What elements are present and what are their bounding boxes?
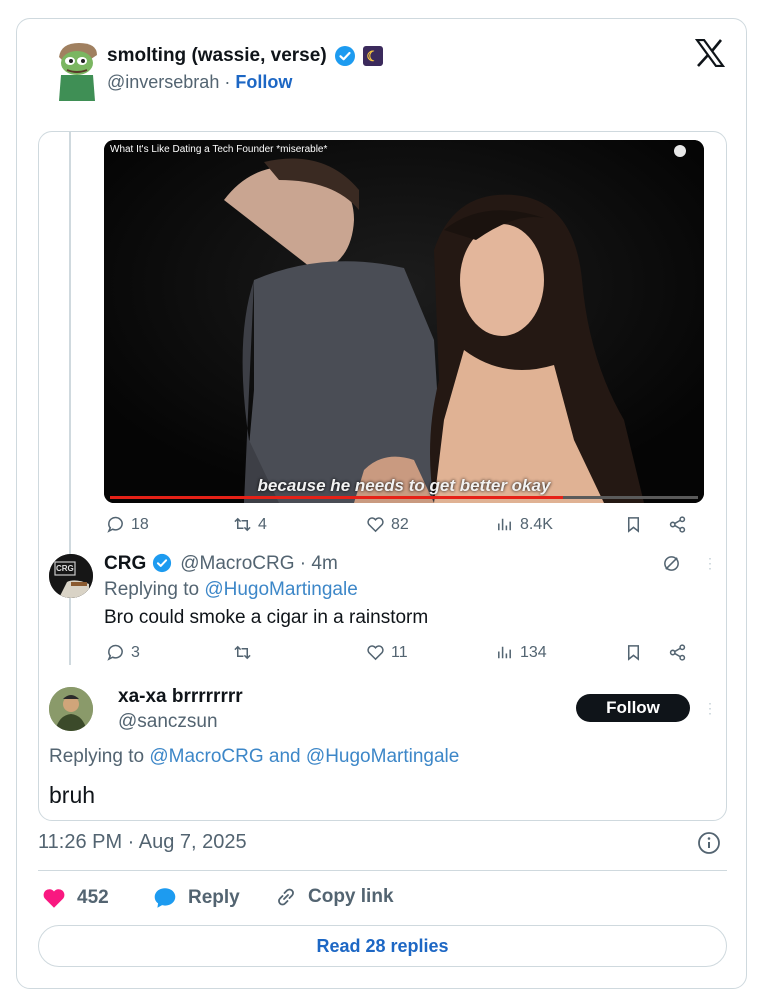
reply-bubble-icon (154, 888, 176, 908)
quote-replying-to: Replying to @MacroCRG and @HugoMartingal… (49, 746, 459, 768)
follow-link[interactable]: Follow (235, 72, 292, 92)
comment-icon (107, 516, 123, 533)
repost-count: 4 (258, 515, 267, 533)
heart-outline-icon (367, 645, 384, 661)
reply-author-name[interactable]: CRG (104, 553, 146, 575)
x-logo-icon[interactable] (694, 38, 726, 68)
separator: · (224, 72, 231, 92)
repost-icon (234, 645, 251, 660)
author-handle[interactable]: @inversebrah (107, 72, 219, 92)
author-display-name: smolting (wassie, verse) (107, 45, 327, 66)
view-count: 8.4K (520, 515, 553, 533)
copy-link-label: Copy link (308, 886, 394, 907)
views-chart-icon (498, 646, 511, 659)
like-button[interactable]: 452 (41, 885, 109, 911)
mention-link[interactable]: @HugoMartingale (204, 579, 357, 600)
clock-icon[interactable] (674, 145, 686, 157)
bookmark-icon (627, 517, 640, 533)
like-count-button[interactable]: 82 (366, 515, 409, 534)
heart-outline-icon (367, 517, 384, 533)
tweet-timestamp[interactable]: 11:26 PM · Aug 7, 2025 (38, 831, 247, 854)
reply-reply-button[interactable]: 3 (106, 643, 140, 662)
video-player[interactable]: What It's Like Dating a Tech Founder *mi… (104, 140, 704, 503)
more-options-icon[interactable]: ⋮ (703, 555, 717, 572)
quote-text: bruh (49, 782, 96, 808)
reply-count: 18 (131, 515, 149, 533)
reply-author-row: CRG @MacroCRG · 4m (104, 553, 338, 575)
reply-replying-to: Replying to @HugoMartingale (104, 579, 358, 601)
quote-author-avatar[interactable] (49, 687, 93, 731)
follow-button[interactable]: Follow (576, 694, 690, 722)
author-name[interactable]: smolting (wassie, verse) ☾ (107, 45, 383, 67)
repost-count-button[interactable]: 4 (233, 515, 267, 534)
divider (38, 870, 727, 871)
video-frame (104, 140, 704, 503)
grok-icon[interactable] (662, 554, 681, 578)
repost-icon (234, 517, 251, 532)
read-replies-button[interactable]: Read 28 replies (38, 925, 727, 967)
mention-link-macrocrg[interactable]: @MacroCRG (149, 746, 263, 767)
reply-count-button[interactable]: 18 (106, 515, 149, 534)
replying-prefix: Replying to (104, 579, 200, 600)
reply-views-button[interactable]: 134 (495, 643, 547, 662)
reply-button[interactable]: Reply (152, 885, 240, 911)
verified-badge-icon (334, 45, 356, 67)
video-title: What It's Like Dating a Tech Founder *mi… (110, 144, 328, 155)
reply-like-count: 11 (391, 643, 408, 661)
verified-badge-icon (152, 553, 174, 575)
reply-repost-button[interactable] (233, 643, 258, 662)
reply-reply-count: 3 (131, 643, 140, 661)
comment-icon (107, 644, 123, 661)
copy-link-button[interactable]: Copy link (274, 885, 394, 909)
like-count: 82 (391, 515, 409, 533)
view-count-button[interactable]: 8.4K (495, 515, 553, 534)
reply-view-count: 134 (520, 643, 547, 661)
tweet-card: smolting (wassie, verse) ☾ @inversebrah … (16, 18, 747, 989)
video-progress-fill (110, 496, 563, 499)
replying-prefix: Replying to (49, 746, 145, 767)
reply-bookmark-button[interactable] (624, 643, 643, 662)
quote-author-handle[interactable]: @sanczsun (118, 711, 218, 733)
quote-author-name[interactable]: xa-xa brrrrrrrr (118, 686, 243, 708)
info-icon[interactable] (697, 831, 721, 855)
reply-label: Reply (188, 887, 240, 908)
video-subtitle: because he needs to get better okay (257, 476, 551, 495)
heart-icon (43, 889, 65, 908)
views-chart-icon (498, 518, 511, 531)
reply-share-button[interactable] (668, 643, 687, 662)
mention-and: and (268, 746, 301, 767)
link-icon (278, 888, 294, 906)
moon-badge-icon: ☾ (362, 46, 383, 66)
share-icon (669, 644, 686, 661)
author-avatar[interactable] (51, 39, 103, 103)
bookmark-icon (627, 645, 640, 661)
more-options-icon[interactable]: ⋮ (703, 700, 717, 717)
avatar-text: CRG (56, 564, 74, 573)
reply-author-handle-time[interactable]: @MacroCRG · 4m (180, 553, 338, 575)
like-count: 452 (77, 887, 109, 908)
reply-author-avatar[interactable]: CRG (49, 554, 93, 598)
author-handle-row: @inversebrah · Follow (107, 72, 292, 93)
mention-link-hugomartingale[interactable]: @HugoMartingale (306, 746, 459, 767)
reply-like-button[interactable]: 11 (366, 643, 408, 662)
share-button[interactable] (668, 515, 687, 534)
share-icon (669, 516, 686, 533)
reply-text: Bro could smoke a cigar in a rainstorm (104, 607, 429, 628)
bookmark-button[interactable] (624, 515, 643, 534)
